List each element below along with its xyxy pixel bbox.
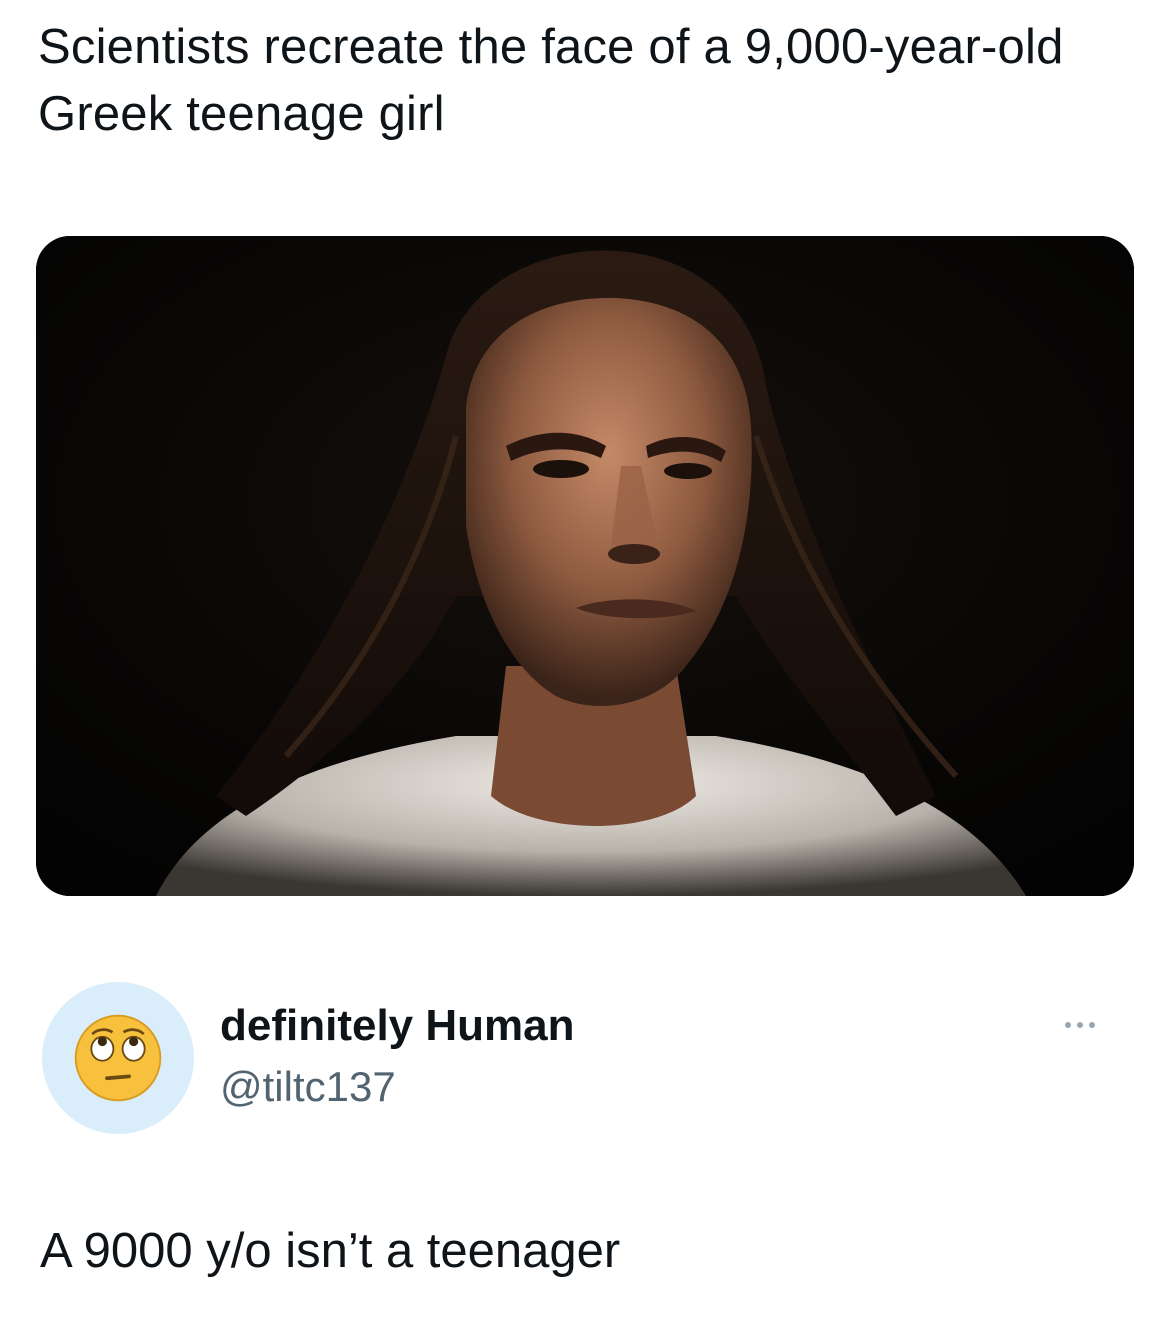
reply-tweet: definitely Human @tiltc137: [40, 982, 1120, 1142]
display-name[interactable]: definitely Human: [220, 998, 575, 1054]
dot: [1065, 1022, 1071, 1028]
tweet-photo[interactable]: [36, 236, 1134, 896]
user-handle[interactable]: @tiltc137: [220, 1060, 396, 1114]
avatar[interactable]: [42, 982, 194, 1134]
dot: [1089, 1022, 1095, 1028]
reconstructed-face-image: [36, 236, 1134, 896]
more-dots-icon[interactable]: [1050, 1010, 1110, 1040]
headline-text: Scientists recreate the face of a 9,000-…: [38, 20, 1064, 141]
dot: [1077, 1022, 1083, 1028]
reply-text: A 9000 y/o isn’t a teenager: [40, 1224, 621, 1278]
face-with-rolling-eyes-icon: [74, 1014, 162, 1102]
